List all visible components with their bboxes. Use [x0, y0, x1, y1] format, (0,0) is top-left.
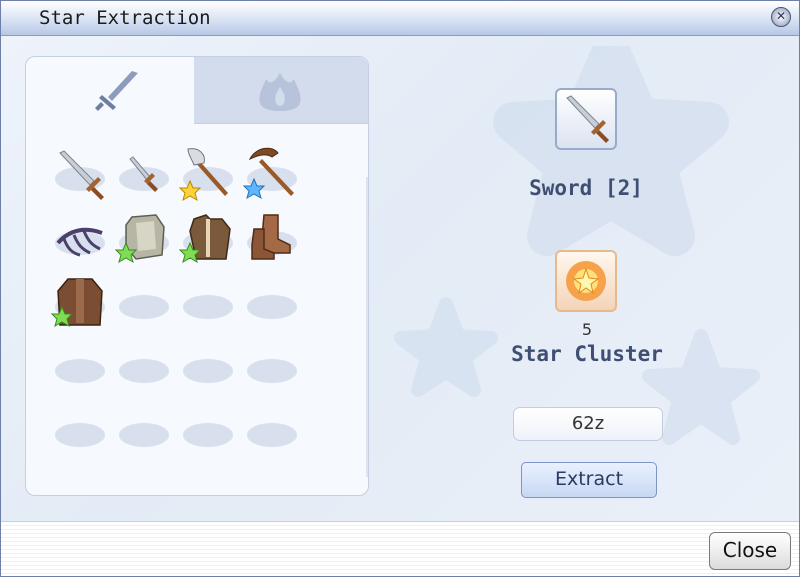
cost-display: 62z	[513, 407, 663, 441]
inventory-slot[interactable]	[114, 145, 174, 203]
empty-slot[interactable]	[178, 273, 238, 331]
close-button[interactable]: Close	[709, 532, 791, 570]
window-content: Sword [2] 5 Star Cluster 62z Extract	[1, 36, 799, 521]
material-name: Star Cluster	[511, 342, 663, 366]
star-cluster-icon	[566, 261, 606, 301]
title-bar[interactable]: Star Extraction ✕	[1, 1, 799, 36]
empty-slot[interactable]	[242, 337, 302, 395]
empty-slot[interactable]	[242, 401, 302, 459]
sword-icon	[566, 95, 609, 143]
sword-icon	[59, 150, 104, 200]
inventory-slot[interactable]	[114, 209, 174, 267]
material-count: 5	[581, 320, 593, 339]
selected-item-name: Sword [2]	[529, 176, 643, 200]
inventory-slot[interactable]	[50, 209, 110, 267]
coat-icon	[178, 214, 231, 264]
selected-item-slot[interactable]	[555, 88, 617, 150]
empty-slot[interactable]	[178, 337, 238, 395]
axe-icon	[178, 148, 228, 202]
footer-bar: Close	[1, 521, 799, 576]
inventory-slot[interactable]	[178, 145, 238, 203]
sword-icon	[95, 71, 138, 111]
flame-icon	[259, 73, 301, 111]
inventory-slot[interactable]	[242, 209, 302, 267]
inventory-slot[interactable]	[242, 145, 302, 203]
empty-slot[interactable]	[114, 337, 174, 395]
empty-slot[interactable]	[114, 273, 174, 331]
inventory-slot[interactable]	[178, 209, 238, 267]
background-star-icon	[394, 297, 498, 397]
empty-slot[interactable]	[114, 401, 174, 459]
shield-armor-icon	[114, 214, 165, 264]
empty-slot[interactable]	[178, 401, 238, 459]
extract-button[interactable]: Extract	[521, 462, 657, 498]
close-x-icon[interactable]: ✕	[771, 7, 791, 27]
tab-armor[interactable]	[194, 57, 368, 124]
empty-slot[interactable]	[242, 273, 302, 331]
scroll-track[interactable]	[366, 177, 368, 477]
material-slot[interactable]	[555, 250, 617, 312]
hammer-icon	[242, 147, 294, 200]
inventory-slot[interactable]	[50, 273, 110, 331]
dagger-icon	[129, 156, 158, 192]
robe-icon	[50, 278, 103, 328]
empty-slot[interactable]	[50, 401, 110, 459]
boots-icon	[251, 214, 291, 260]
tab-weapon[interactable]	[26, 57, 194, 123]
empty-slot[interactable]	[50, 337, 110, 395]
claw-icon	[56, 227, 103, 257]
star-extraction-window: Star Extraction ✕ Sword [2] 5 Star Clust…	[0, 0, 800, 577]
window-title: Star Extraction	[39, 7, 211, 29]
inventory-panel	[25, 56, 369, 496]
inventory-slot[interactable]	[50, 145, 110, 203]
